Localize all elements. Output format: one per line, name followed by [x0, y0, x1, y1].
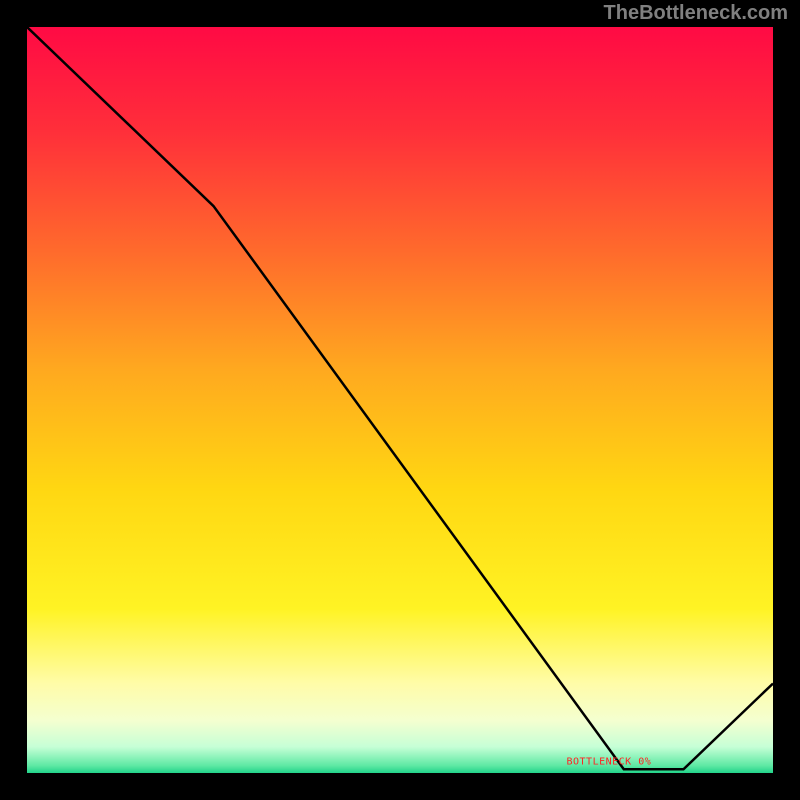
chart-plot-area: BOTTLENECK 0% — [27, 27, 773, 773]
watermark-text: TheBottleneck.com — [604, 2, 788, 25]
chart-background-gradient — [27, 27, 773, 773]
bottleneck-label: BOTTLENECK 0% — [566, 756, 651, 767]
